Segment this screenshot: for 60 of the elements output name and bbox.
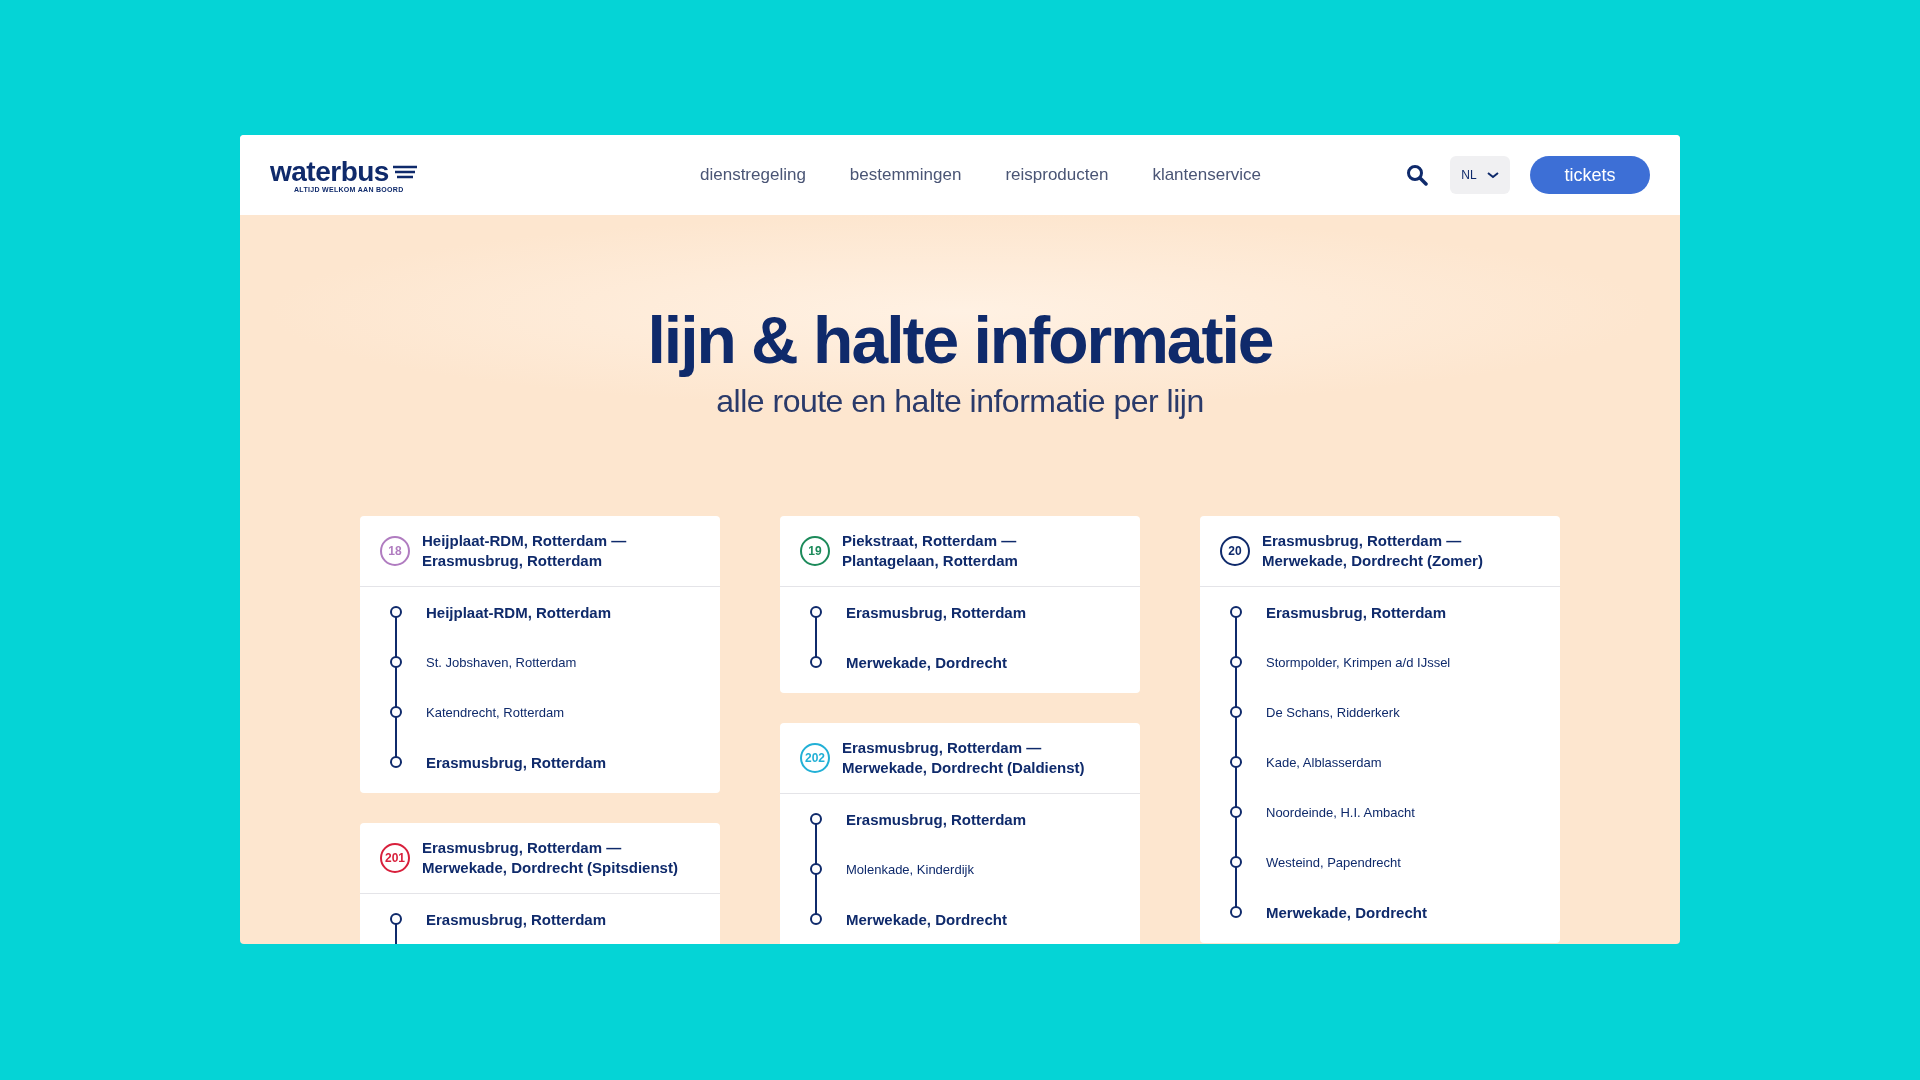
stop-name: Noordeinde, H.I. Ambacht <box>1266 804 1415 820</box>
logo-wordmark[interactable]: waterbus <box>270 157 389 186</box>
stop-node-icon <box>810 606 822 618</box>
stop-node-icon <box>810 813 822 825</box>
stop-name: Kade, Alblasserdam <box>1266 754 1382 770</box>
stop-name: De Schans, Ridderkerk <box>1266 704 1400 720</box>
stop-node-icon <box>810 863 822 875</box>
line-number-badge: 202 <box>800 743 830 773</box>
line-card[interactable]: 202 Erasmusbrug, Rotterdam — Merwekade, Dordrecht (Daldienst) Erasmusbrug, Rotterdam Molenkade, Kinderdijk Merwekade, Dordrecht <box>780 723 1140 944</box>
nav-link[interactable]: bestemmingen <box>849 165 962 185</box>
line-number-badge: 19 <box>800 536 830 566</box>
stop-node-icon <box>810 913 822 925</box>
line-title: Piekstraat, Rotterdam — Plantagelaan, Rotterdam <box>842 531 1019 571</box>
stop-name: Erasmusbrug, Rotterdam <box>1266 603 1447 621</box>
line-card[interactable]: 201 Erasmusbrug, Rotterdam — Merwekade, Dordrecht (Spitsdienst) Erasmusbrug, Rotterdam <box>360 823 720 944</box>
line-number-badge: 18 <box>380 536 410 566</box>
search-icon[interactable] <box>1406 164 1428 186</box>
line-title: Erasmusbrug, Rotterdam — Merwekade, Dordrecht (Zomer) <box>1262 531 1484 571</box>
stop-node-icon <box>1230 756 1242 768</box>
stop-node-icon <box>390 656 402 668</box>
stop-name: Heijplaat-RDM, Rotterdam <box>426 603 612 621</box>
stop-name: Katendrecht, Rotterdam <box>426 704 565 720</box>
line-title: Erasmusbrug, Rotterdam — Merwekade, Dordrecht (Spitsdienst) <box>422 838 679 878</box>
line-card[interactable] <box>1200 516 1560 943</box>
line-number-badge: 20 <box>1220 536 1250 566</box>
line-title: Erasmusbrug, Rotterdam — Merwekade, Dordrecht (Daldienst) <box>842 738 1086 778</box>
caret-icon <box>1486 171 1499 179</box>
nav-link[interactable]: dienstregeling <box>700 165 806 185</box>
stop-node-icon <box>810 656 822 668</box>
stop-node-icon <box>1230 806 1242 818</box>
stop-node-icon <box>1230 706 1242 718</box>
stop-name: Westeind, Papendrecht <box>1266 854 1401 870</box>
stop-name: Merwekade, Dordrecht <box>846 910 1007 928</box>
stop-name: St. Jobshaven, Rotterdam <box>426 654 577 670</box>
stop-node-icon <box>1230 906 1242 918</box>
stop-name: Merwekade, Dordrecht <box>846 653 1007 671</box>
page-subtitle: alle route en halte informatie per lijn <box>716 383 1204 420</box>
stop-name: Molenkade, Kinderdijk <box>846 861 974 877</box>
stop-name: Erasmusbrug, Rotterdam <box>846 603 1027 621</box>
stop-node-icon <box>1230 606 1242 618</box>
nav-link[interactable]: reisproducten <box>1005 165 1109 185</box>
tickets-button[interactable]: tickets <box>1530 156 1650 194</box>
line-card[interactable]: 19 Piekstraat, Rotterdam — Plantagelaan, Rotterdam Erasmusbrug, Rotterdam Merwekade, Dordrecht <box>780 516 1140 693</box>
line-number-badge: 201 <box>380 843 410 873</box>
nav-link[interactable]: klantenservice <box>1152 165 1262 185</box>
line-card[interactable]: 18 Heijplaat-RDM, Rotterdam — Erasmusbrug, Rotterdam Heijplaat-RDM, Rotterdam St. Jobshaven, Rotterdam Katendrecht, Rotterdam Erasmusbrug, Rotterdam <box>360 516 720 793</box>
stop-name: Erasmusbrug, Rotterdam <box>426 753 607 771</box>
language-dropdown[interactable]: NL <box>1450 156 1510 194</box>
stop-name: Erasmusbrug, Rotterdam <box>846 810 1027 828</box>
stop-node-icon <box>390 706 402 718</box>
stop-node-icon <box>1230 656 1242 668</box>
wave-lines-icon <box>390 164 417 179</box>
stop-node-icon <box>390 913 402 925</box>
stop-node-icon <box>390 606 402 618</box>
stop-name: Erasmusbrug, Rotterdam <box>426 910 607 928</box>
stop-name: Stormpolder, Krimpen a/d IJssel <box>1266 654 1451 670</box>
line-title: Heijplaat-RDM, Rotterdam — Erasmusbrug, Rotterdam <box>422 531 628 571</box>
stop-name: Merwekade, Dordrecht <box>1266 903 1427 921</box>
stop-node-icon <box>390 756 402 768</box>
stop-node-icon <box>1230 856 1242 868</box>
